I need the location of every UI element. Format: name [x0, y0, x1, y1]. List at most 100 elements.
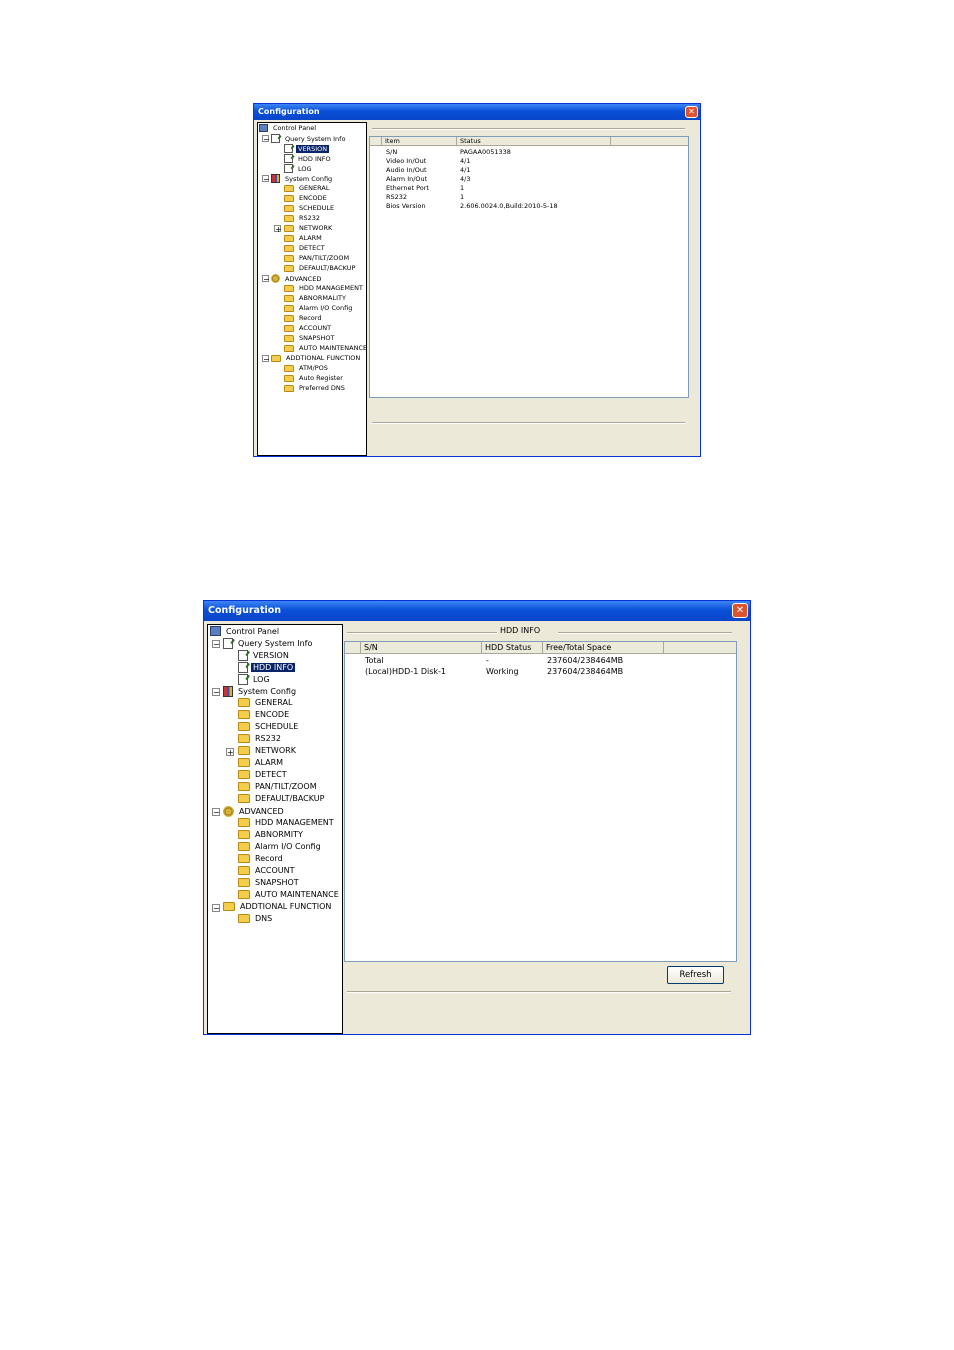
refresh-button[interactable]: Refresh [667, 966, 724, 984]
tree-item-additional-function[interactable]: ADDTIONAL FUNCTION [271, 354, 362, 362]
tree-item-default-backup[interactable]: DEFAULT/BACKUP [238, 794, 326, 803]
tree-item-advanced[interactable]: ADVANCED [223, 806, 286, 817]
tree-item-auto-maintenance[interactable]: AUTO MAINTENANCE [284, 344, 366, 352]
tree-item-system-config[interactable]: System Config [223, 686, 298, 697]
tree-item-additional-function[interactable]: ADDTIONAL FUNCTION [223, 902, 333, 911]
tree-item-hdd-management[interactable]: HDD MANAGEMENT [238, 818, 336, 827]
notepad-icon [238, 674, 248, 685]
folder-icon [284, 244, 294, 252]
folder-icon [284, 234, 294, 242]
table-cell: Total [365, 656, 384, 665]
tree-item-dns[interactable]: DNS [238, 914, 274, 923]
column-header-hdd-status[interactable]: HDD Status [482, 642, 543, 653]
tree-item-hdd-management[interactable]: HDD MANAGEMENT [284, 284, 365, 292]
column-header-free-total-space[interactable]: Free/Total Space [543, 642, 664, 653]
folder-icon [238, 746, 250, 755]
table-cell: 4/3 [460, 175, 471, 183]
collapse-toggle[interactable]: − [212, 904, 220, 913]
folder-icon [238, 758, 250, 767]
tree-item-encode[interactable]: ENCODE [238, 710, 291, 719]
tree-item-abnormality[interactable]: ABNORMALITY [284, 294, 348, 302]
close-icon[interactable]: ✕ [732, 603, 748, 618]
tree-item-alarm[interactable]: ALARM [284, 234, 324, 242]
close-icon[interactable]: ✕ [685, 106, 698, 118]
folder-icon [284, 294, 294, 302]
tree-item-alarm-io-config[interactable]: Alarm I/O Config [284, 304, 354, 312]
tree-item-control-panel[interactable]: Control Panel [259, 124, 318, 132]
tree-item-account[interactable]: ACCOUNT [284, 324, 333, 332]
folder-icon [284, 334, 294, 342]
collapse-toggle[interactable]: − [262, 355, 270, 364]
folder-icon [284, 314, 294, 322]
tree-item-auto-maintenance[interactable]: AUTO MAINTENANCE [238, 890, 341, 899]
collapse-toggle[interactable]: − [262, 135, 270, 144]
column-spacer [345, 642, 361, 653]
collapse-toggle[interactable]: − [212, 640, 220, 649]
tree-item-schedule[interactable]: SCHEDULE [238, 722, 300, 731]
separator [347, 991, 731, 993]
tree-item-alarm[interactable]: ALARM [238, 758, 285, 767]
tree-item-query-system-info[interactable]: Query System Info [223, 638, 314, 649]
tree-item-schedule[interactable]: SCHEDULE [284, 204, 336, 212]
folder-icon [284, 214, 294, 222]
column-header-status[interactable]: Status [457, 137, 611, 145]
monitor-icon [210, 626, 221, 636]
tree-item-hdd-info[interactable]: HDD INFO [238, 662, 296, 673]
tree-item-detect[interactable]: DETECT [284, 244, 327, 252]
configuration-window-version: Configuration ✕ Control Panel − Query Sy… [253, 103, 701, 457]
tree-item-preferred-dns[interactable]: Preferred DNS [284, 384, 347, 392]
tree-item-detect[interactable]: DETECT [238, 770, 289, 779]
tree-item-atm-pos[interactable]: ATM/POS [284, 364, 330, 372]
tree-item-record[interactable]: Record [238, 854, 285, 863]
collapse-toggle[interactable]: − [262, 275, 270, 284]
tree-item-general[interactable]: GENERAL [284, 184, 331, 192]
gears-icon [223, 806, 234, 817]
tree-item-log[interactable]: LOG [238, 674, 272, 685]
tree-item-log[interactable]: LOG [284, 164, 314, 173]
column-header-item[interactable]: Item [382, 137, 457, 145]
tree-item-snapshot[interactable]: SNAPSHOT [238, 878, 301, 887]
tree-item-advanced[interactable]: ADVANCED [271, 274, 323, 283]
tree-item-general[interactable]: GENERAL [238, 698, 294, 707]
tree-item-version[interactable]: VERSION [238, 650, 291, 661]
collapse-toggle[interactable]: − [212, 808, 220, 817]
separator [558, 632, 732, 634]
tree-item-network[interactable]: NETWORK [284, 224, 334, 232]
expand-toggle[interactable]: + [226, 748, 234, 757]
column-header-sn[interactable]: S/N [361, 642, 482, 653]
tree-item-ptz[interactable]: PAN/TILT/ZOOM [238, 782, 319, 791]
table-cell: S/N [386, 148, 398, 156]
tree-item-query-system-info[interactable]: Query System Info [271, 134, 347, 143]
tree-item-rs232[interactable]: RS232 [238, 734, 283, 743]
tree-item-version[interactable]: VERSION [284, 144, 330, 153]
gears-icon [271, 274, 280, 283]
tree-item-hdd-info[interactable]: HDD INFO [284, 154, 333, 163]
tree-item-alarm-io-config[interactable]: Alarm I/O Config [238, 842, 323, 851]
tree-item-system-config[interactable]: System Config [271, 174, 334, 183]
tree-item-record[interactable]: Record [284, 314, 323, 322]
collapse-toggle[interactable]: − [262, 175, 270, 184]
folder-icon [238, 818, 250, 827]
collapse-toggle[interactable]: − [212, 688, 220, 697]
tree-item-snapshot[interactable]: SNAPSHOT [284, 334, 336, 342]
version-table: Item Status S/N PAGAA0051338 Video In/Ou… [369, 136, 689, 398]
folder-icon [271, 354, 281, 362]
table-cell: - [486, 656, 489, 665]
folder-icon [284, 324, 294, 332]
tree-item-encode[interactable]: ENCODE [284, 194, 329, 202]
title-bar: Configuration ✕ [254, 104, 700, 120]
tree-item-rs232[interactable]: RS232 [284, 214, 322, 222]
tree-item-ptz[interactable]: PAN/TILT/ZOOM [284, 254, 351, 262]
tree-item-auto-register[interactable]: Auto Register [284, 374, 345, 382]
tree-item-default-backup[interactable]: DEFAULT/BACKUP [284, 264, 357, 272]
tree-item-account[interactable]: ACCOUNT [238, 866, 297, 875]
folder-icon [284, 254, 294, 262]
monitor-icon [259, 124, 268, 132]
table-cell: Working [486, 667, 519, 676]
tree-item-network[interactable]: NETWORK [238, 746, 298, 755]
tree-item-control-panel[interactable]: Control Panel [210, 626, 281, 636]
expand-toggle[interactable]: + [274, 225, 282, 234]
config-tree: Control Panel − Query System Info VERSIO… [207, 624, 343, 1034]
folder-icon [223, 902, 235, 911]
tree-item-abnormity[interactable]: ABNORMITY [238, 830, 305, 839]
